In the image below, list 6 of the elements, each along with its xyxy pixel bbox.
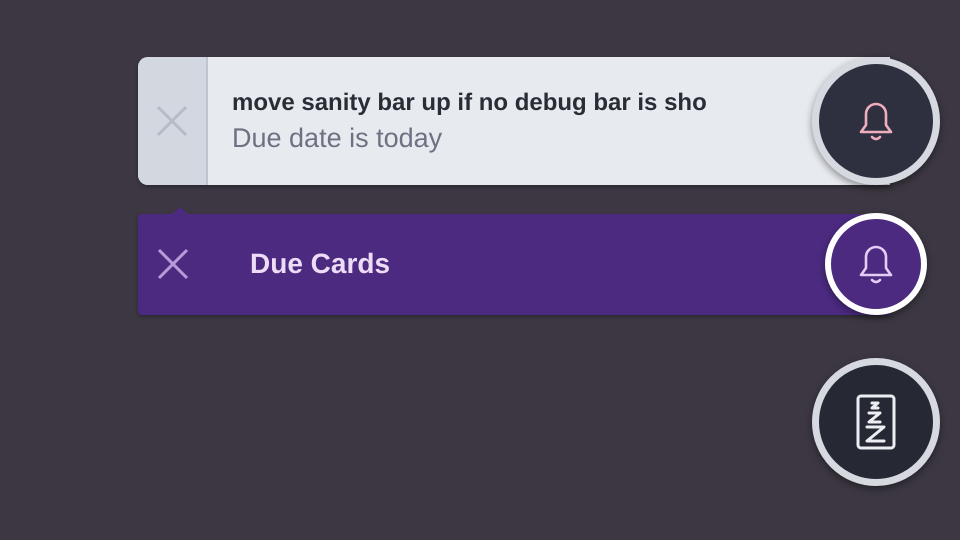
banner-title: Due Cards	[250, 248, 390, 280]
reminder-title: move sanity bar up if no debug bar is sho	[232, 88, 707, 116]
reminder-subtitle: Due date is today	[232, 122, 444, 154]
close-icon	[156, 105, 188, 137]
snooze-icon	[855, 393, 897, 451]
close-icon	[157, 248, 189, 280]
